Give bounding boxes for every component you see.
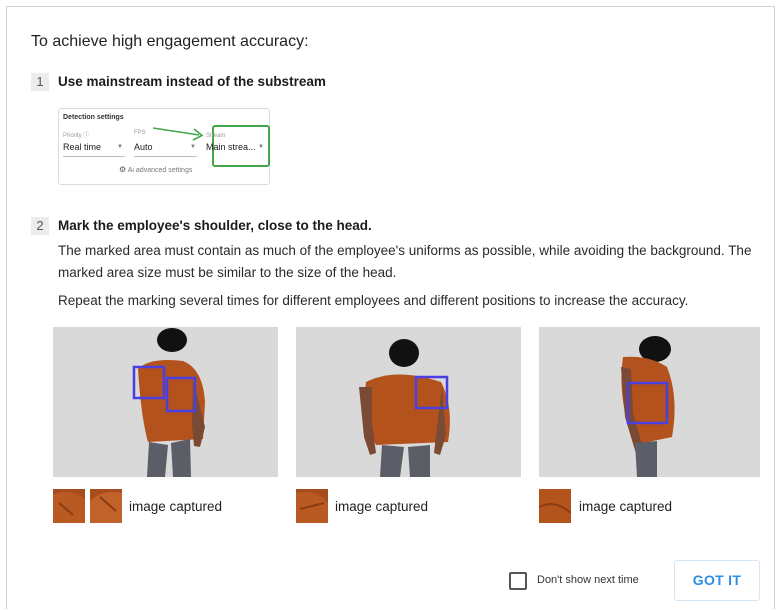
- gear-icon: ⚙: [119, 165, 127, 174]
- step-1-heading: Use mainstream instead of the substream: [58, 74, 326, 89]
- priority-label: Priority ⓘ: [63, 133, 90, 139]
- fps-caret-icon: ▼: [190, 144, 196, 150]
- step-2-description: The marked area must contain as much of …: [58, 243, 752, 280]
- captured-thumbnail: [53, 489, 85, 523]
- engagement-accuracy-dialog: To achieve high engagement accuracy: 1 U…: [6, 6, 775, 609]
- advanced-settings-label: Ai advanced settings: [127, 167, 193, 174]
- priority-value: Real time: [63, 142, 102, 152]
- advanced-settings-row: ⚙ Ai advanced settings: [119, 165, 192, 174]
- fps-label: FPS: [134, 130, 146, 136]
- fps-value: Auto: [134, 142, 153, 152]
- employee-illustration-1: [132, 328, 205, 477]
- step-2-repeat-note: Repeat the marking several times for dif…: [58, 293, 689, 308]
- employee-illustration-2: [359, 339, 450, 477]
- dont-show-next-time-checkbox[interactable]: [509, 572, 527, 590]
- priority-underline: [63, 156, 125, 157]
- example-image-3: [539, 327, 760, 477]
- example-image-2: [296, 327, 521, 477]
- example-image-1: [53, 327, 278, 477]
- captured-thumbnail: [296, 489, 328, 523]
- dont-show-next-time-label[interactable]: Don't show next time: [537, 574, 639, 586]
- got-it-button[interactable]: GOT IT: [674, 560, 760, 601]
- captured-thumbnail: [90, 489, 122, 523]
- step-2-number: 2: [31, 217, 49, 235]
- stream-value: Main strea...: [206, 142, 256, 152]
- detection-settings-preview: Detection settings Priority ⓘ Real time …: [58, 108, 270, 185]
- image-captured-label: image captured: [579, 499, 673, 514]
- stream-label: Stream: [206, 133, 226, 139]
- arrow-icon: [152, 127, 204, 141]
- dialog-title: To achieve high engagement accuracy:: [31, 33, 309, 50]
- detection-settings-title: Detection settings: [63, 114, 124, 121]
- image-captured-label: image captured: [335, 499, 429, 514]
- step-2-heading: Mark the employee's shoulder, close to t…: [58, 218, 372, 233]
- employee-illustration-3: [621, 336, 675, 477]
- priority-caret-icon: ▼: [117, 144, 123, 150]
- step-1-number: 1: [31, 73, 49, 91]
- fps-underline: [134, 156, 197, 157]
- image-captured-label: image captured: [129, 499, 223, 514]
- stream-caret-icon: ▼: [258, 144, 264, 150]
- captured-thumbnail: [539, 489, 571, 523]
